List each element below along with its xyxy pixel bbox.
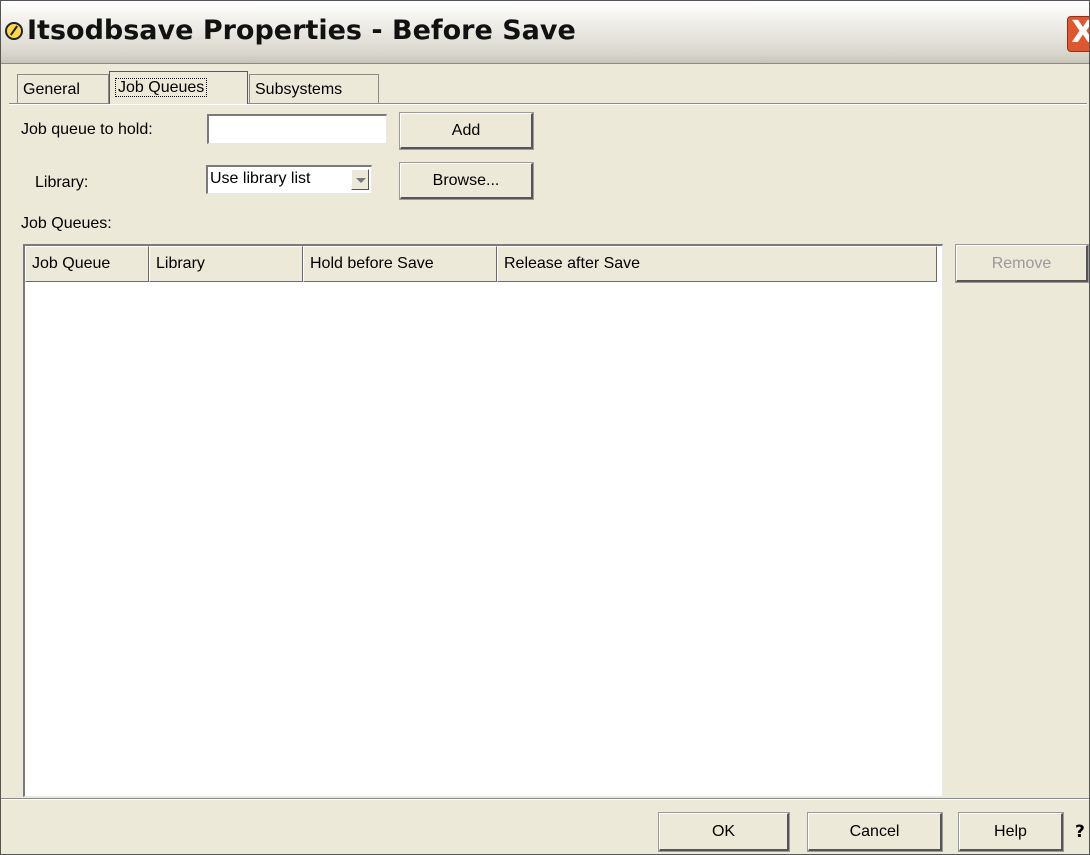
tab-general-label: General: [23, 81, 80, 98]
footer-divider: [1, 798, 1089, 800]
tab-job-queues-label: Job Queues: [115, 78, 208, 97]
column-header-job-queue[interactable]: Job Queue: [25, 246, 149, 282]
column-header-hold-before-save[interactable]: Hold before Save: [303, 246, 497, 282]
ok-button[interactable]: OK: [658, 812, 790, 852]
library-select-value: Use library list: [210, 170, 311, 187]
app-icon: [5, 22, 23, 40]
tab-job-queues[interactable]: Job Queues: [109, 71, 248, 104]
job-queues-table[interactable]: Job Queue Library Hold before Save Relea…: [23, 244, 943, 797]
cancel-button[interactable]: Cancel: [807, 812, 943, 852]
library-label: Library:: [35, 174, 89, 191]
whats-this-help-icon[interactable]: ?: [1075, 822, 1085, 842]
browse-button[interactable]: Browse...: [399, 162, 534, 200]
column-header-release-after-save[interactable]: Release after Save: [497, 246, 937, 282]
tab-subsystems[interactable]: Subsystems: [249, 74, 379, 103]
tab-general[interactable]: General: [17, 74, 109, 103]
close-button[interactable]: X: [1067, 16, 1089, 52]
title-bar[interactable]: Itsodbsave Properties - Before Save X: [1, 1, 1089, 64]
remove-button[interactable]: Remove: [955, 244, 1089, 283]
job-queue-label: Job queue to hold:: [21, 121, 153, 138]
column-header-library[interactable]: Library: [149, 246, 303, 282]
properties-dialog: Itsodbsave Properties - Before Save X Ge…: [0, 0, 1090, 855]
job-queues-list-label: Job Queues:: [21, 215, 112, 232]
tab-subsystems-label: Subsystems: [255, 81, 343, 98]
job-queue-input[interactable]: [207, 114, 387, 144]
library-select[interactable]: Use library list: [206, 165, 372, 194]
table-header: Job Queue Library Hold before Save Relea…: [25, 246, 942, 282]
help-button[interactable]: Help: [958, 812, 1064, 852]
add-button[interactable]: Add: [399, 112, 534, 150]
window-title: Itsodbsave Properties - Before Save: [27, 15, 576, 46]
chevron-down-icon[interactable]: [351, 169, 369, 190]
